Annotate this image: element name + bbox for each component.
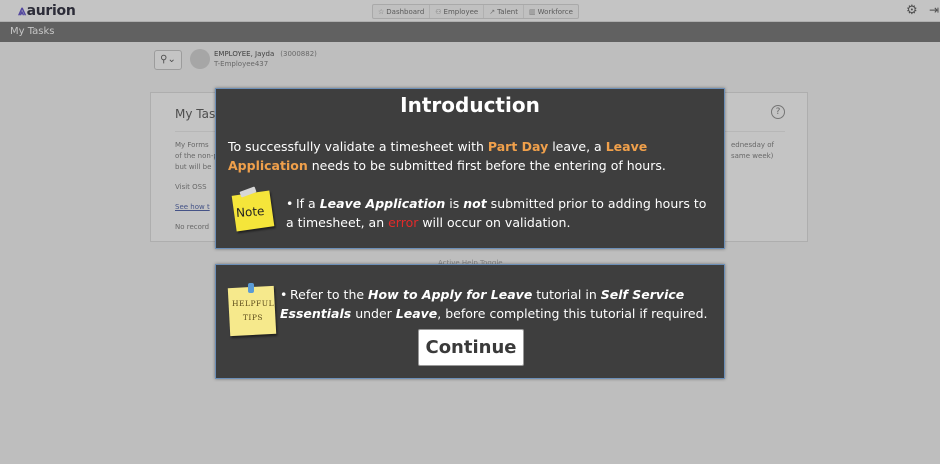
intro-text: To successfully validate a timesheet wit… <box>228 139 488 154</box>
pin-icon <box>248 283 254 293</box>
bullet-text: is <box>445 196 464 211</box>
helpful-tips-sticky-icon: HELPFUL TIPS <box>226 283 278 337</box>
emphasis-text: Leave Application <box>319 196 446 211</box>
tips-label-line: HELPFUL <box>232 299 275 308</box>
bullet-text: tutorial in <box>532 287 601 302</box>
bullet-text: , before completing this tutorial if req… <box>437 306 708 321</box>
bullet-text: Refer to the <box>290 287 369 302</box>
intro-text: needs to be submitted first before the e… <box>307 158 666 173</box>
emphasis-text: Leave <box>395 306 438 321</box>
bullet-text: under <box>351 306 396 321</box>
error-text: error <box>388 215 419 230</box>
highlight-part-day: Part Day <box>487 139 549 154</box>
tips-bullet: • Refer to the How to Apply for Leave tut… <box>280 285 720 323</box>
continue-button[interactable]: Continue <box>418 329 524 366</box>
bullet-text: will occur on validation. <box>418 215 571 230</box>
dialog-title: Introduction <box>400 93 540 117</box>
emphasis-text: How to Apply for Leave <box>368 287 533 302</box>
helpful-tips-dialog: HELPFUL TIPS • Refer to the How to Apply f… <box>215 264 725 379</box>
tips-label: HELPFUL TIPS <box>232 297 274 325</box>
bullet-dot: • <box>286 196 294 211</box>
note-label: Note <box>235 204 265 220</box>
tips-label-line: TIPS <box>242 313 264 322</box>
emphasis-text: not <box>463 196 487 211</box>
bullet-dot: • <box>280 287 288 302</box>
note-sticky-icon: Note <box>230 186 278 233</box>
note-bullet: • If a Leave Application is not submitted… <box>286 194 716 232</box>
bullet-text: If a <box>296 196 320 211</box>
intro-text: leave, a <box>548 139 606 154</box>
intro-paragraph: To successfully validate a timesheet wit… <box>228 137 720 175</box>
introduction-dialog: Introduction To successfully validate a … <box>215 88 725 249</box>
